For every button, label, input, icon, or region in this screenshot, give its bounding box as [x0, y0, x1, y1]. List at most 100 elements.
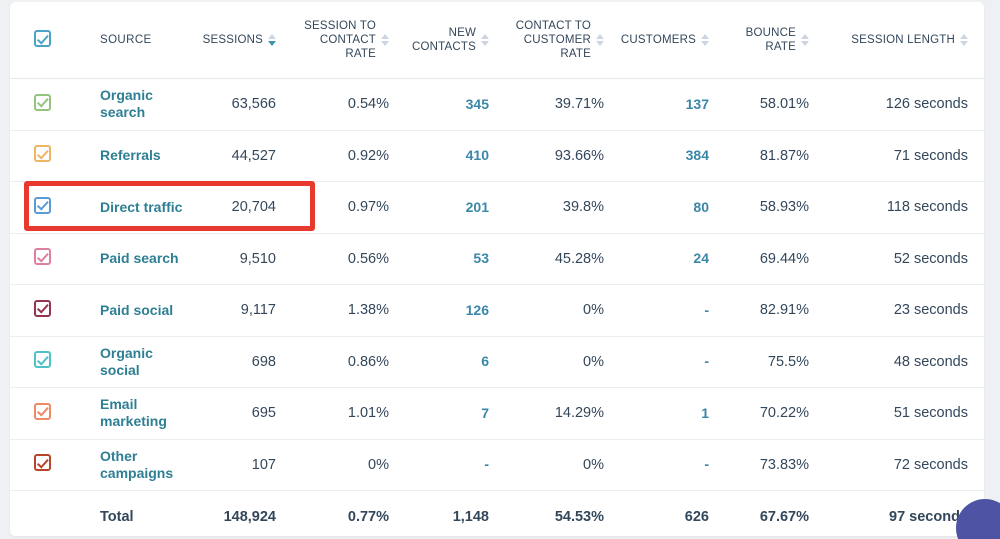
- column-header-sessions[interactable]: SESSIONS: [192, 2, 292, 79]
- cell-value: 107: [251, 456, 276, 473]
- row-select-cell[interactable]: [10, 284, 74, 337]
- cell-customers: 1: [620, 387, 725, 440]
- customers-link[interactable]: 384: [686, 147, 709, 163]
- cell-session-to-contact-rate: 0%: [292, 439, 405, 491]
- row-select-cell[interactable]: [10, 130, 74, 182]
- sort-toggle-session-to-contact-rate[interactable]: [381, 33, 389, 46]
- new-contacts-link[interactable]: 345: [466, 96, 489, 112]
- row-select-cell[interactable]: [10, 78, 74, 131]
- customers-link[interactable]: 80: [693, 199, 709, 215]
- cell-value: 71 seconds: [893, 147, 968, 164]
- cell-new-contacts: -: [405, 439, 505, 491]
- cell-bounce-rate: 58.01%: [725, 78, 825, 131]
- row-checkbox-icon[interactable]: [33, 351, 51, 369]
- table-row[interactable]: Referrals 44,527 0.92% 410 93.66% 384 81.87% 71…: [10, 130, 984, 182]
- select-all-checkbox-icon[interactable]: [33, 30, 51, 47]
- sort-toggle-customers[interactable]: [701, 33, 709, 46]
- column-header-customers[interactable]: CUSTOMERS: [620, 2, 725, 79]
- total-sessions: 148,924: [192, 490, 292, 536]
- table-row[interactable]: Email marketing 695 1.01% 7 14.29% 1 70.22% 51 …: [10, 387, 984, 440]
- source-link[interactable]: Email marketing: [100, 396, 186, 430]
- cell-session-length: 72 seconds: [825, 439, 984, 491]
- sort-toggle-contact-to-customer-rate[interactable]: [596, 33, 604, 46]
- row-select-cell[interactable]: [10, 387, 74, 440]
- row-checkbox-icon[interactable]: [33, 299, 51, 317]
- row-select-cell[interactable]: [10, 336, 74, 388]
- row-select-cell[interactable]: [10, 181, 74, 234]
- cell-contact-to-customer-rate: 93.66%: [505, 130, 620, 182]
- sort-descending-icon: [268, 40, 276, 46]
- row-select-cell[interactable]: [10, 439, 74, 491]
- customers-link[interactable]: 24: [693, 250, 709, 266]
- column-header-source[interactable]: SOURCE: [74, 2, 192, 79]
- customers-link[interactable]: 1: [701, 405, 709, 421]
- column-header-contact-to-customer-rate[interactable]: CONTACT TO CUSTOMER RATE: [505, 2, 620, 79]
- cell-customers: 384: [620, 130, 725, 182]
- new-contacts-link[interactable]: 126: [466, 302, 489, 318]
- table-row[interactable]: Paid search 9,510 0.56% 53 45.28% 24 69.44% 52 …: [10, 233, 984, 285]
- column-header-session-length[interactable]: SESSION LENGTH: [825, 2, 984, 79]
- sort-descending-icon: [481, 41, 489, 46]
- cell-contact-to-customer-rate: 0%: [505, 284, 620, 337]
- report-card: SOURCE SESSIONS SESSION TO CONTACT RATE …: [10, 2, 984, 536]
- column-header-customers-label: CUSTOMERS: [620, 33, 696, 46]
- cell-value: 93.66%: [554, 147, 604, 164]
- new-contacts-link[interactable]: 53: [473, 250, 489, 266]
- source-cell: Direct traffic: [74, 181, 192, 234]
- cell-contact-to-customer-rate: 0%: [505, 336, 620, 388]
- sort-ascending-icon: [960, 33, 968, 39]
- cell-value: 20,704: [231, 199, 276, 216]
- table-row[interactable]: Organic search 63,566 0.54% 345 39.71% 137 58.…: [10, 78, 984, 131]
- row-select-cell[interactable]: [10, 233, 74, 285]
- new-contacts-link[interactable]: 7: [481, 405, 489, 421]
- source-link[interactable]: Paid social: [100, 302, 173, 319]
- table-row[interactable]: Paid social 9,117 1.38% 126 0% - 82.91% 23 seco…: [10, 284, 984, 337]
- sort-descending-icon: [701, 40, 709, 46]
- cell-value: 0.86%: [347, 353, 389, 370]
- source-link[interactable]: Organic social: [100, 345, 186, 379]
- new-contacts-link[interactable]: -: [484, 456, 489, 472]
- source-link[interactable]: Organic search: [100, 87, 186, 121]
- cell-value: 82.91%: [759, 302, 809, 319]
- column-header-new-contacts[interactable]: NEW CONTACTS: [405, 2, 505, 79]
- cell-sessions: 107: [192, 439, 292, 491]
- customers-link[interactable]: -: [704, 302, 709, 318]
- customers-link[interactable]: 137: [686, 96, 709, 112]
- sort-toggle-new-contacts[interactable]: [481, 34, 489, 46]
- table-row[interactable]: Direct traffic 20,704 0.97% 201 39.8% 80 58.93…: [10, 181, 984, 234]
- cell-session-length: 23 seconds: [825, 284, 984, 337]
- sort-toggle-bounce-rate[interactable]: [801, 34, 809, 46]
- new-contacts-link[interactable]: 410: [466, 147, 489, 163]
- new-contacts-link[interactable]: 6: [481, 353, 489, 369]
- cell-customers: -: [620, 336, 725, 388]
- table-row[interactable]: Organic social 698 0.86% 6 0% - 75.5% 48 second…: [10, 336, 984, 388]
- cell-value: 0%: [583, 353, 604, 370]
- row-checkbox-icon[interactable]: [33, 248, 51, 266]
- sort-toggle-sessions[interactable]: [268, 33, 276, 46]
- sort-ascending-icon: [801, 34, 809, 39]
- cell-sessions: 695: [192, 387, 292, 440]
- cell-value: 0.97%: [347, 199, 389, 216]
- cell-session-length: 126 seconds: [825, 78, 984, 131]
- column-header-session-to-contact-rate-label: SESSION TO CONTACT RATE: [304, 19, 376, 60]
- customers-link[interactable]: -: [704, 353, 709, 369]
- customers-link[interactable]: -: [704, 456, 709, 472]
- sort-toggle-session-length[interactable]: [960, 33, 968, 46]
- source-cell: Referrals: [74, 130, 192, 182]
- select-all-header[interactable]: [10, 2, 74, 79]
- source-link[interactable]: Other campaigns: [100, 448, 186, 482]
- row-checkbox-icon[interactable]: [33, 402, 51, 420]
- cell-bounce-rate: 70.22%: [725, 387, 825, 440]
- row-checkbox-icon[interactable]: [33, 93, 51, 111]
- table-row[interactable]: Other campaigns 107 0% - 0% - 73.83% 72 seconds: [10, 439, 984, 491]
- row-checkbox-icon[interactable]: [33, 454, 51, 472]
- row-checkbox-icon[interactable]: [33, 196, 51, 214]
- row-checkbox-icon[interactable]: [33, 145, 51, 163]
- column-header-session-to-contact-rate[interactable]: SESSION TO CONTACT RATE: [292, 2, 405, 79]
- source-link[interactable]: Referrals: [100, 147, 161, 164]
- source-link[interactable]: Paid search: [100, 250, 179, 267]
- new-contacts-link[interactable]: 201: [466, 199, 489, 215]
- column-header-bounce-rate[interactable]: BOUNCE RATE: [725, 2, 825, 79]
- column-header-contact-to-customer-rate-label: CONTACT TO CUSTOMER RATE: [515, 19, 591, 60]
- source-link[interactable]: Direct traffic: [100, 199, 182, 216]
